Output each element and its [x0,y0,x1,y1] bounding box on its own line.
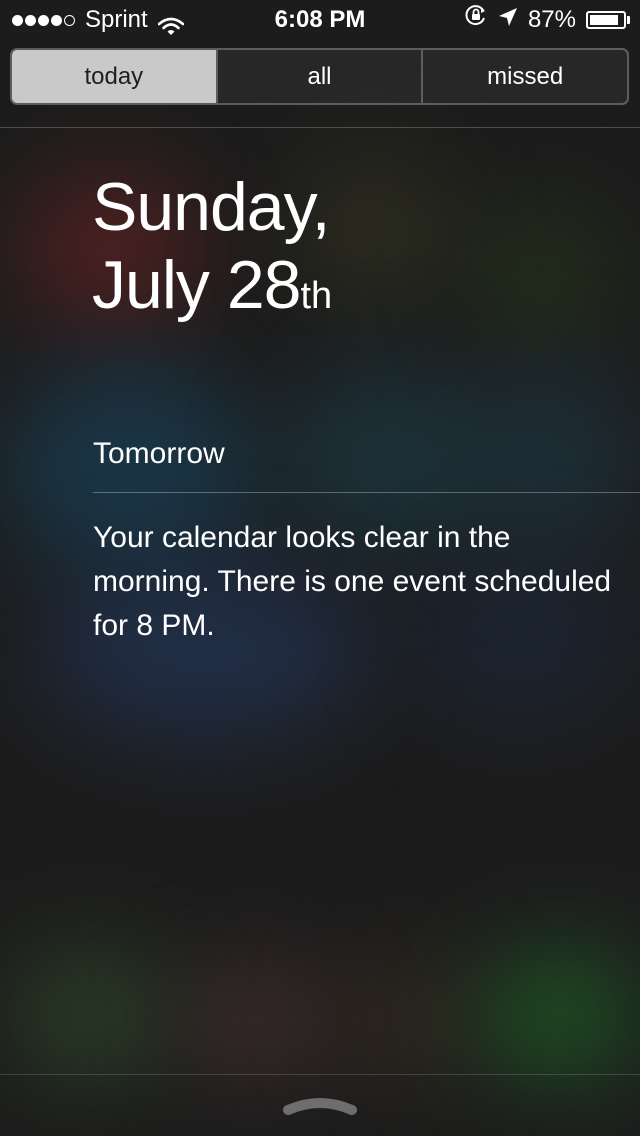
section-divider [93,492,640,493]
date-month-day-line: July 28th [92,246,332,335]
footer-divider [0,1074,640,1075]
date-weekday: Sunday, [92,169,330,245]
status-bar: Sprint 6:08 PM 87% [0,0,640,40]
close-handle-icon[interactable] [280,1094,360,1118]
date-month-day: July 28 [92,247,301,323]
header-divider [0,127,640,128]
rotation-lock-icon [464,0,488,40]
notification-center-tabs: today all missed [10,48,629,105]
battery-icon [586,11,630,29]
status-bar-right: 87% [464,0,630,40]
tab-missed[interactable]: missed [421,50,627,103]
tomorrow-summary: Your calendar looks clear in the morning… [93,521,612,642]
battery-fill [590,15,618,25]
today-date: Sunday, July 28th [92,168,332,335]
tomorrow-heading: Tomorrow [93,437,225,470]
battery-tip [627,16,630,24]
tab-all[interactable]: all [215,50,422,103]
battery-percent: 87% [527,6,576,33]
tab-today[interactable]: today [12,50,216,103]
date-ordinal-suffix: th [300,275,333,317]
location-arrow-icon [498,0,518,40]
battery-body [586,11,626,29]
